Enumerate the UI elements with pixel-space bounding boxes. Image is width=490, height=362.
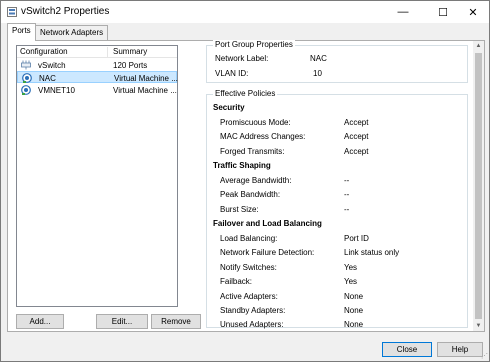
- policy-value: Link status only: [344, 248, 400, 257]
- policy-value: None: [344, 292, 364, 301]
- remove-button[interactable]: Remove: [151, 314, 201, 329]
- properties-window: vSwitch2 Properties — ☐ ✕ Ports Network …: [0, 0, 490, 362]
- policy-label: MAC Address Changes:: [220, 132, 306, 141]
- port-group-properties-title: Port Group Properties: [213, 40, 295, 49]
- ports-tab-panel: Configuration Summary vSwitch 120 Ports: [7, 40, 485, 332]
- scroll-up-icon[interactable]: ▲: [473, 41, 484, 51]
- scroll-down-icon[interactable]: ▼: [473, 321, 484, 331]
- policy-label: Failback:: [220, 277, 253, 286]
- close-window-button[interactable]: ✕: [456, 1, 490, 23]
- column-header-configuration[interactable]: Configuration: [20, 47, 108, 58]
- network-label-key: Network Label:: [215, 54, 269, 63]
- vlan-id-value: 10: [313, 69, 322, 78]
- policy-value: --: [344, 205, 350, 214]
- policy-label: Burst Size:: [220, 205, 259, 214]
- vsphere-app-icon: [7, 7, 17, 17]
- properties-pane: Port Group Properties Network Label: NAC…: [201, 40, 484, 331]
- portgroup-icon: [22, 73, 32, 83]
- policy-value: Accept: [344, 118, 369, 127]
- list-row-nac[interactable]: NAC Virtual Machine ...: [17, 71, 178, 83]
- vlan-id-key: VLAN ID:: [215, 69, 249, 78]
- row-name: vSwitch: [38, 61, 66, 70]
- policy-value: --: [344, 176, 350, 185]
- policy-label: Forged Transmits:: [220, 147, 285, 156]
- failover-heading: Failover and Load Balancing: [213, 219, 322, 228]
- policy-label: Promiscuous Mode:: [220, 118, 291, 127]
- policy-label: Average Bandwidth:: [220, 176, 292, 185]
- maximize-button[interactable]: ☐: [426, 1, 460, 23]
- policy-value: Accept: [344, 147, 369, 156]
- policy-label: Load Balancing:: [220, 234, 278, 243]
- policy-value: None: [344, 306, 364, 315]
- list-header: Configuration Summary: [17, 46, 177, 58]
- row-summary: Virtual Machine ...: [114, 74, 178, 83]
- portgroup-icon: [21, 85, 31, 95]
- policy-label: Network Failure Detection:: [220, 248, 315, 257]
- configuration-list[interactable]: Configuration Summary vSwitch 120 Ports: [16, 45, 178, 307]
- minimize-button[interactable]: —: [386, 1, 420, 23]
- policy-label: Unused Adapters:: [220, 320, 284, 329]
- tab-ports[interactable]: Ports: [7, 23, 36, 41]
- column-header-summary[interactable]: Summary: [109, 47, 177, 56]
- help-button[interactable]: Help: [437, 342, 483, 357]
- window-title: vSwitch2 Properties: [21, 6, 110, 17]
- policy-value: Yes: [344, 263, 358, 272]
- vswitch-icon: [21, 60, 31, 70]
- scrollbar-thumb[interactable]: [475, 53, 482, 319]
- effective-policies: Effective Policies Security Promiscuous …: [206, 89, 468, 329]
- policy-value: Yes: [344, 277, 358, 286]
- policy-label: Peak Bandwidth:: [220, 190, 281, 199]
- add-button[interactable]: Add...: [16, 314, 64, 329]
- vertical-scrollbar[interactable]: ▲ ▼: [473, 41, 484, 331]
- row-name: NAC: [39, 74, 56, 83]
- row-name: VMNET10: [38, 86, 75, 95]
- effective-policies-title: Effective Policies: [213, 89, 278, 98]
- port-group-properties: Port Group Properties Network Label: NAC…: [206, 40, 468, 83]
- policy-value: Accept: [344, 132, 369, 141]
- network-label-value: NAC: [310, 54, 327, 63]
- row-summary: 120 Ports: [113, 61, 148, 70]
- security-heading: Security: [213, 103, 245, 112]
- resize-grip-icon[interactable]: ⋰: [481, 353, 489, 361]
- title-bar[interactable]: vSwitch2 Properties — ☐ ✕: [1, 1, 489, 23]
- traffic-shaping-heading: Traffic Shaping: [213, 161, 271, 170]
- policy-label: Standby Adapters:: [220, 306, 286, 315]
- close-button[interactable]: Close: [382, 342, 432, 357]
- policy-label: Active Adapters:: [220, 292, 278, 301]
- policy-value: None: [344, 320, 364, 329]
- policy-label: Notify Switches:: [220, 263, 277, 272]
- list-row-vswitch[interactable]: vSwitch 120 Ports: [17, 59, 177, 71]
- list-row-vmnet10[interactable]: VMNET10 Virtual Machine ...: [17, 84, 177, 96]
- tab-network-adapters[interactable]: Network Adapters: [35, 25, 109, 41]
- row-summary: Virtual Machine ...: [113, 86, 177, 95]
- policy-value: Port ID: [344, 234, 369, 243]
- edit-button[interactable]: Edit...: [96, 314, 148, 329]
- policy-value: --: [344, 190, 350, 199]
